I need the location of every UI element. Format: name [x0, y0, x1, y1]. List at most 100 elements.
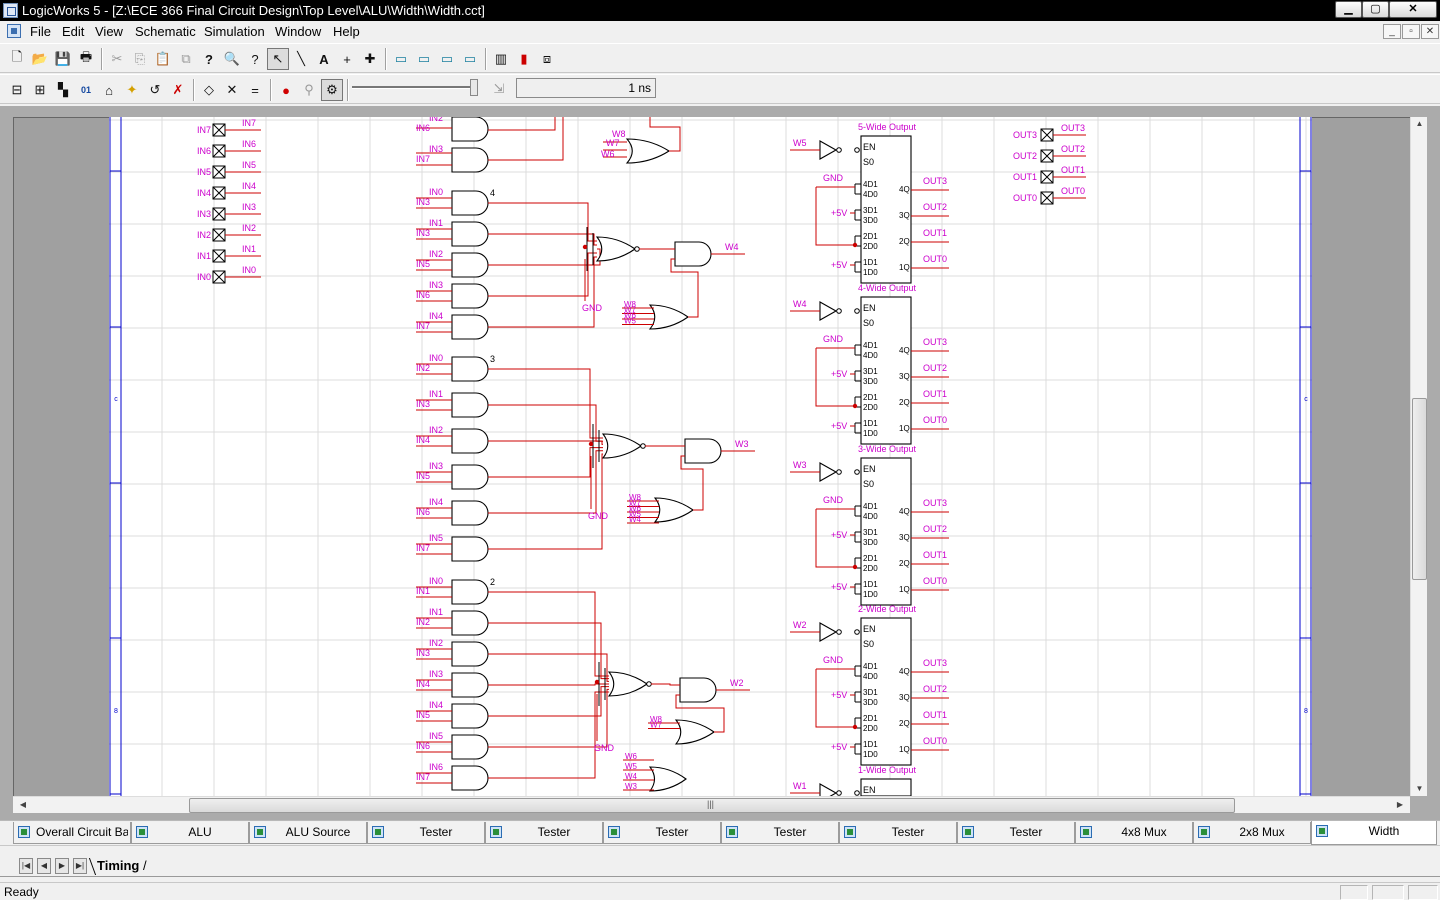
- mux-pin-label: 2D1: [863, 714, 878, 723]
- scroll-left-icon[interactable]: ◀: [15, 797, 31, 813]
- tab-4x8-mux[interactable]: 4x8 Mux: [1075, 822, 1193, 844]
- tab-tester-4[interactable]: Tester: [721, 822, 839, 844]
- prev-page-icon[interactable]: ◀: [37, 858, 51, 874]
- page-icon: [18, 826, 30, 838]
- clock-icon[interactable]: ⌂: [98, 79, 120, 101]
- scroll-down-icon[interactable]: ▼: [1411, 782, 1428, 796]
- tab-alu-source[interactable]: ALU Source: [249, 822, 367, 844]
- menu-edit[interactable]: Edit: [62, 24, 84, 39]
- delete-signal-icon[interactable]: ✗: [167, 79, 189, 101]
- walk-icon[interactable]: ⚲: [298, 79, 320, 101]
- tab-tester-2[interactable]: Tester: [485, 822, 603, 844]
- scroll-up-icon[interactable]: ▲: [1411, 117, 1428, 131]
- document-icon[interactable]: [7, 24, 21, 38]
- bus-icon[interactable]: ⊞: [29, 79, 51, 101]
- vertical-scroll-thumb[interactable]: [1412, 398, 1427, 580]
- help-icon[interactable]: ?: [198, 48, 220, 70]
- logicworks-app-icon[interactable]: [3, 3, 18, 18]
- probe-icon[interactable]: ▚: [52, 79, 74, 101]
- mux-output-label: OUT0: [923, 415, 947, 425]
- menu-simulation[interactable]: Simulation: [204, 24, 265, 39]
- stop-icon[interactable]: ●: [275, 79, 297, 101]
- binary-display-icon[interactable]: 01: [75, 79, 97, 101]
- duplicate-icon[interactable]: ⧉: [175, 48, 197, 70]
- paste-icon[interactable]: 📋: [152, 48, 174, 70]
- menu-window[interactable]: Window: [275, 24, 321, 39]
- speed-slider-thumb[interactable]: [470, 79, 478, 96]
- horizontal-scrollbar[interactable]: ◀ ||| ▶: [13, 796, 1410, 813]
- tab-tester-5[interactable]: Tester: [839, 822, 957, 844]
- tab-tester-6[interactable]: Tester: [957, 822, 1075, 844]
- toolbar-separator: [347, 79, 349, 101]
- vcc-label: +5V: [831, 742, 847, 752]
- tab-width[interactable]: Width: [1311, 821, 1437, 845]
- gate-input-label: IN4: [416, 435, 430, 445]
- tab-overall-circuit[interactable]: Overall Circuit Ba...: [13, 822, 131, 844]
- menu-view[interactable]: View: [95, 24, 123, 39]
- page-icon: [254, 826, 266, 838]
- bar-chart-icon[interactable]: ▮: [513, 48, 535, 70]
- last-page-icon[interactable]: ▶|: [73, 858, 87, 874]
- gate-input-label: IN1: [429, 389, 443, 399]
- zoom-query-icon[interactable]: ?: [244, 48, 266, 70]
- and-to-or-wire: [488, 691, 609, 779]
- mux-pin-label: 4Q: [899, 185, 910, 194]
- tab-timing[interactable]: Timing /: [97, 858, 147, 873]
- doc-restore-button[interactable]: ▫: [1402, 24, 1420, 39]
- component-view-icon[interactable]: ▭: [390, 48, 412, 70]
- x-icon[interactable]: ✕: [221, 79, 243, 101]
- component-view3-icon[interactable]: ▭: [436, 48, 458, 70]
- cut-icon[interactable]: ✂: [106, 48, 128, 70]
- crosshair-icon[interactable]: +: [336, 48, 358, 70]
- speed-slider-track[interactable]: [352, 86, 470, 89]
- copy-icon[interactable]: ⎘: [129, 48, 151, 70]
- tab-2x8-mux[interactable]: 2x8 Mux: [1193, 822, 1311, 844]
- group-output-label: W2: [730, 678, 744, 688]
- menu-help[interactable]: Help: [333, 24, 360, 39]
- schematic-sheet[interactable]: c 8 c 8 IN7 IN7 IN6 IN6 IN5 IN5 IN4 IN4 IN3 IN3 IN2 IN2…: [109, 117, 1312, 796]
- doc-close-button[interactable]: ✕: [1421, 24, 1439, 39]
- schematic-drawing[interactable]: c8c8IN7IN7IN6IN6IN5IN5IN4IN4IN3IN3IN2IN2…: [109, 117, 1312, 796]
- vertical-scrollbar[interactable]: ▲ ▼: [1410, 117, 1427, 796]
- step-icon[interactable]: ⇲: [488, 78, 510, 100]
- spark-icon[interactable]: ✦: [121, 79, 143, 101]
- vcc-label: +5V: [831, 208, 847, 218]
- and-gate: [451, 314, 489, 340]
- menu-schematic[interactable]: Schematic: [135, 24, 196, 39]
- menu-file[interactable]: File: [30, 24, 51, 39]
- first-page-icon[interactable]: |◀: [19, 858, 33, 874]
- new-file-icon[interactable]: 🗋: [6, 48, 28, 70]
- save-icon[interactable]: 💾: [52, 48, 74, 70]
- open-folder-icon[interactable]: 📂: [29, 48, 51, 70]
- chip-icon[interactable]: ▥: [490, 48, 512, 70]
- network-icon[interactable]: ⧈: [536, 48, 558, 70]
- component-view2-icon[interactable]: ▭: [413, 48, 435, 70]
- minimize-button[interactable]: ▁: [1335, 1, 1362, 18]
- and-to-or-wire: [488, 252, 597, 297]
- tab-tester-1[interactable]: Tester: [367, 822, 485, 844]
- mux-output-label: OUT3: [923, 658, 947, 668]
- align-icon[interactable]: ⊟: [6, 79, 28, 101]
- maximize-button[interactable]: ▢: [1362, 1, 1389, 18]
- and-to-or-wire: [488, 622, 609, 680]
- tab-alu[interactable]: ALU: [131, 822, 249, 844]
- print-icon[interactable]: 🖶: [75, 48, 97, 70]
- wire-draw-icon[interactable]: ╲: [290, 48, 312, 70]
- close-button[interactable]: ✕: [1389, 1, 1437, 18]
- add-point-icon[interactable]: ✚: [359, 48, 381, 70]
- zoom-icon[interactable]: 🔍: [221, 48, 243, 70]
- diamond-icon[interactable]: ◇: [198, 79, 220, 101]
- pointer-icon[interactable]: ↖: [267, 48, 289, 70]
- run-icon[interactable]: ⚙: [321, 79, 343, 101]
- horizontal-scroll-thumb[interactable]: |||: [189, 798, 1235, 813]
- next-page-icon[interactable]: ▶: [55, 858, 69, 874]
- big-or-gate: [595, 236, 636, 262]
- doc-minimize-button[interactable]: _: [1383, 24, 1401, 39]
- component-view4-icon[interactable]: ▭: [459, 48, 481, 70]
- input-switch-label: IN7: [197, 125, 211, 135]
- tab-tester-3[interactable]: Tester: [603, 822, 721, 844]
- text-tool-icon[interactable]: A: [313, 48, 335, 70]
- scroll-right-icon[interactable]: ▶: [1392, 797, 1408, 813]
- undo-icon[interactable]: ↺: [144, 79, 166, 101]
- equals-icon[interactable]: =: [244, 79, 266, 101]
